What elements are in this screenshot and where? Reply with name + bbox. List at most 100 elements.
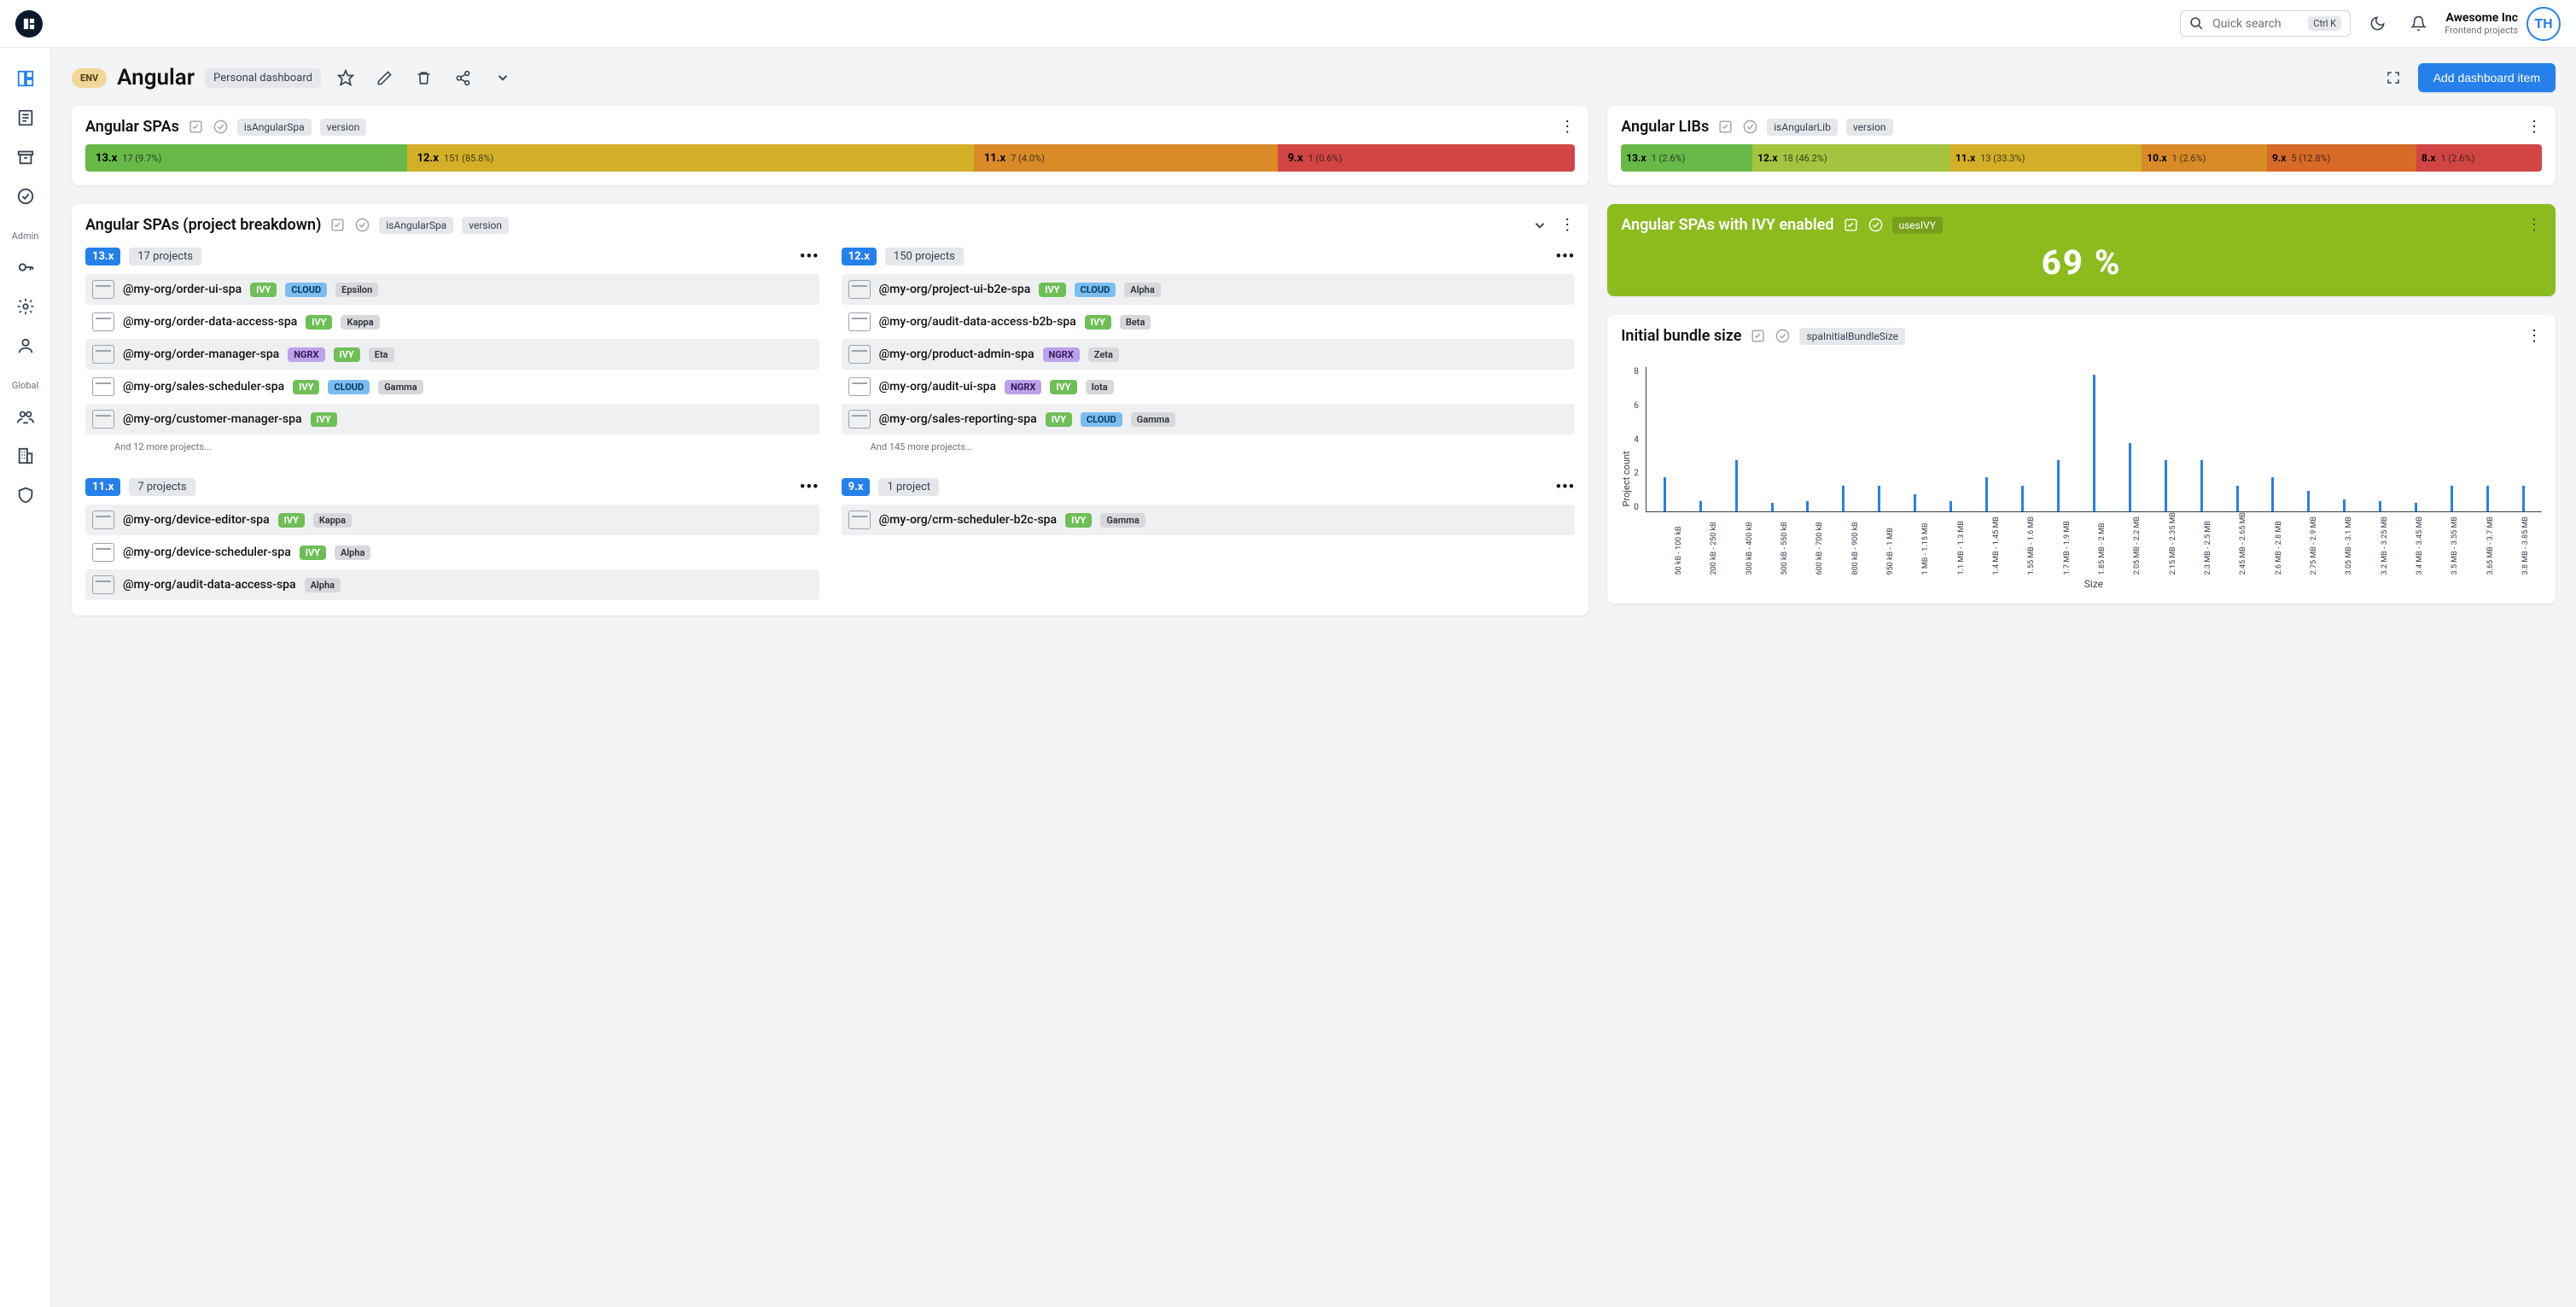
project-row[interactable]: @my-org/order-ui-spa IVYCLOUDEpsilon <box>85 274 819 305</box>
chart-bar[interactable] <box>1898 494 1932 511</box>
chart-bar[interactable] <box>2257 477 2290 511</box>
version-segment[interactable]: 13.x1 (2.6%) <box>1621 144 1752 172</box>
filter-chip[interactable]: version <box>462 217 509 234</box>
version-segment[interactable]: 8.x1 (2.6%) <box>2416 144 2542 172</box>
filter-chip[interactable]: spaInitialBundleSize <box>1799 328 1905 345</box>
delete-button[interactable] <box>410 63 439 92</box>
nav-item-3[interactable] <box>9 140 43 174</box>
chart-bar[interactable] <box>2399 503 2433 511</box>
filter-chip[interactable]: usesIVY <box>1892 217 1943 234</box>
search-input[interactable]: Quick search Ctrl K <box>2180 10 2351 37</box>
nav-global-orgs[interactable] <box>9 439 43 473</box>
card-filter-icon[interactable] <box>188 119 204 135</box>
chart-bar[interactable] <box>1792 501 1825 511</box>
version-segment[interactable]: 11.x13 (33.3%) <box>1950 144 2142 172</box>
version-segment[interactable]: 9.x1 (0.6%) <box>1278 144 1575 172</box>
project-row[interactable]: @my-org/device-editor-spa IVYKappa <box>85 505 819 535</box>
chart-bar[interactable] <box>2292 491 2325 511</box>
notifications-button[interactable] <box>2404 9 2433 38</box>
chart-bar[interactable] <box>2328 499 2361 511</box>
version-segment[interactable]: 13.x17 (9.7%) <box>85 144 407 172</box>
card-filter-icon[interactable] <box>1717 119 1734 135</box>
version-distribution-bar[interactable]: 13.x17 (9.7%)12.x151 (85.8%)11.x7 (4.0%)… <box>85 144 1575 172</box>
version-segment[interactable]: 12.x151 (85.8%) <box>407 144 974 172</box>
card-menu-button[interactable]: ⋮ <box>1559 216 1575 234</box>
chart-bar[interactable] <box>1970 477 2003 511</box>
card-status-icon[interactable] <box>1742 119 1758 135</box>
filter-chip[interactable]: version <box>320 119 367 136</box>
project-row[interactable]: @my-org/sales-reporting-spa IVYCLOUDGamm… <box>842 404 1576 435</box>
chart-bar[interactable] <box>2221 486 2254 511</box>
card-status-icon[interactable] <box>1775 328 1791 344</box>
version-segment[interactable]: 12.x18 (46.2%) <box>1752 144 1950 172</box>
chart-bar[interactable] <box>1862 486 1896 511</box>
chart-bar[interactable] <box>2363 501 2397 511</box>
version-segment[interactable]: 10.x1 (2.6%) <box>2142 144 2267 172</box>
chart-bar[interactable] <box>2435 486 2468 511</box>
collapse-button[interactable] <box>1532 218 1547 233</box>
nav-global-teams[interactable] <box>9 400 43 434</box>
chart-bar[interactable] <box>1756 503 1789 511</box>
project-row[interactable]: @my-org/project-ui-b2e-spa IVYCLOUDAlpha <box>842 274 1576 305</box>
project-row[interactable]: @my-org/sales-scheduler-spa IVYCLOUDGamm… <box>85 371 819 402</box>
chart-bar[interactable] <box>1827 486 1860 511</box>
chart-bar[interactable] <box>1934 501 1967 511</box>
filter-chip[interactable]: version <box>1846 119 1893 136</box>
column-menu-button[interactable]: ••• <box>800 478 819 496</box>
project-row[interactable]: @my-org/device-scheduler-spa IVYAlpha <box>85 537 819 568</box>
card-status-icon[interactable] <box>354 217 370 233</box>
nav-admin-settings[interactable] <box>9 289 43 324</box>
project-row[interactable]: @my-org/audit-data-access-b2b-spa IVYBet… <box>842 306 1576 337</box>
project-row[interactable]: @my-org/order-data-access-spa IVYKappa <box>85 306 819 337</box>
chart-bar[interactable] <box>2078 375 2111 511</box>
project-row[interactable]: @my-org/audit-data-access-spa Alpha <box>85 569 819 600</box>
app-logo[interactable] <box>15 10 43 38</box>
card-filter-icon[interactable] <box>1750 328 1766 344</box>
theme-toggle[interactable] <box>2363 9 2392 38</box>
project-row[interactable]: @my-org/product-admin-spa NGRXZeta <box>842 339 1576 370</box>
nav-dashboard[interactable] <box>9 61 43 96</box>
add-dashboard-item-button[interactable]: Add dashboard item <box>2418 63 2556 92</box>
column-menu-button[interactable]: ••• <box>800 248 819 265</box>
column-menu-button[interactable]: ••• <box>1556 248 1576 265</box>
nav-item-4[interactable] <box>9 179 43 213</box>
card-filter-icon[interactable] <box>329 217 346 233</box>
version-segment[interactable]: 9.x5 (12.8%) <box>2267 144 2416 172</box>
chart-bar[interactable] <box>2185 460 2218 511</box>
version-segment[interactable]: 11.x7 (4.0%) <box>974 144 1278 172</box>
version-distribution-bar[interactable]: 13.x1 (2.6%)12.x18 (46.2%)11.x13 (33.3%)… <box>1621 144 2542 172</box>
card-filter-icon[interactable] <box>1843 217 1859 233</box>
card-status-icon[interactable] <box>213 119 229 135</box>
more-dropdown[interactable] <box>488 63 517 92</box>
share-button[interactable] <box>449 63 478 92</box>
chart-bar[interactable] <box>2507 486 2540 511</box>
project-row[interactable]: @my-org/customer-manager-spa IVY <box>85 404 819 435</box>
project-row[interactable]: @my-org/audit-ui-spa NGRXIVYIota <box>842 371 1576 402</box>
chart-bar[interactable] <box>2113 443 2147 511</box>
nav-global-security[interactable] <box>9 478 43 512</box>
nav-admin-users[interactable] <box>9 329 43 363</box>
card-menu-button[interactable]: ⋮ <box>2526 327 2542 345</box>
chart-bar[interactable] <box>1720 460 1753 511</box>
chart-bar[interactable] <box>1648 477 1681 511</box>
filter-chip[interactable]: isAngularSpa <box>237 119 312 136</box>
filter-chip[interactable]: isAngularLib <box>1767 119 1838 136</box>
filter-chip[interactable]: isAngularSpa <box>379 217 453 234</box>
edit-button[interactable] <box>370 63 399 92</box>
chart-bar[interactable] <box>2471 486 2504 511</box>
card-menu-button[interactable]: ⋮ <box>1559 118 1575 136</box>
card-menu-button[interactable]: ⋮ <box>2526 216 2542 234</box>
fullscreen-button[interactable] <box>2379 63 2408 92</box>
chart-bar[interactable] <box>2006 486 2039 511</box>
project-row[interactable]: @my-org/order-manager-spa NGRXIVYEta <box>85 339 819 370</box>
column-menu-button[interactable]: ••• <box>1556 478 1576 496</box>
nav-admin-keys[interactable] <box>9 250 43 284</box>
favorite-button[interactable] <box>331 63 360 92</box>
nav-item-2[interactable] <box>9 101 43 135</box>
chart-bar[interactable] <box>1684 501 1717 511</box>
chart-bar[interactable] <box>2042 460 2075 511</box>
chart-bar[interactable] <box>2149 460 2183 511</box>
account-menu[interactable]: Awesome Inc Frontend projects TH <box>2445 7 2561 41</box>
project-row[interactable]: @my-org/crm-scheduler-b2c-spa IVYGamma <box>842 505 1576 535</box>
card-menu-button[interactable]: ⋮ <box>2526 118 2542 136</box>
